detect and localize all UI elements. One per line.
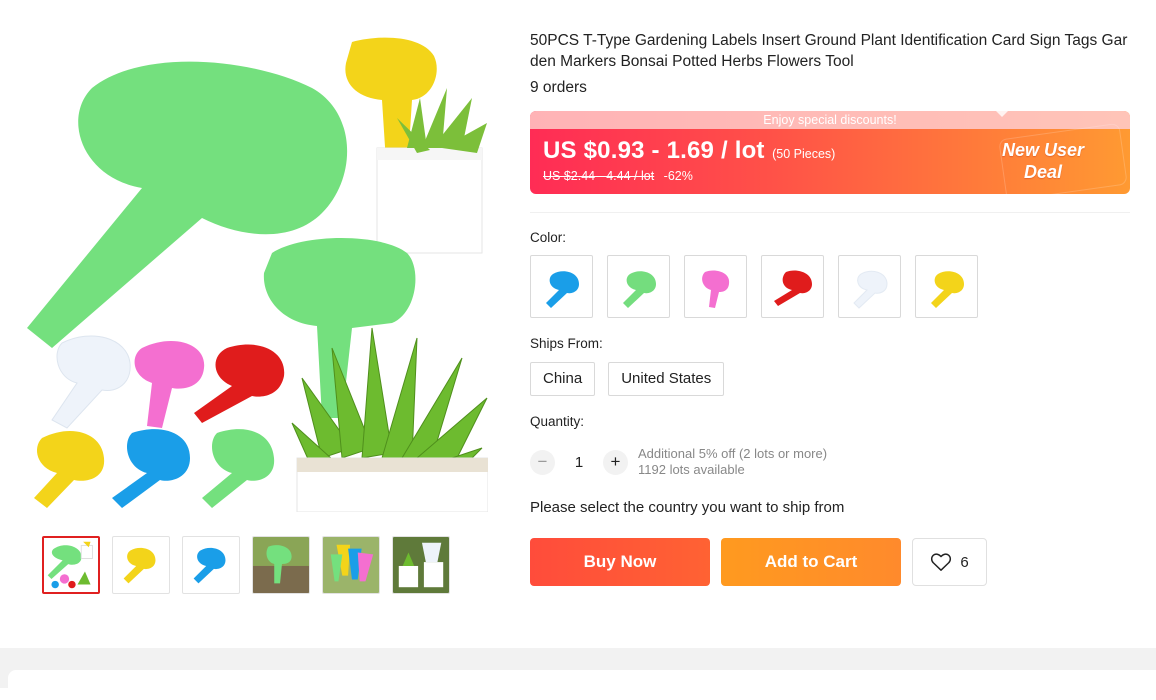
quantity-increase-button[interactable]: +: [603, 449, 628, 475]
ship-country-prompt: Please select the country you want to sh…: [530, 499, 845, 516]
discount-percent: -62%: [663, 169, 693, 183]
ships-from-label: Ships From:: [530, 336, 603, 351]
thumbnail-2[interactable]: [112, 536, 170, 594]
quantity-decrease-button[interactable]: −: [530, 449, 555, 475]
price-banner: Enjoy special discounts! US $0.93 - 1.69…: [530, 111, 1130, 194]
current-price: US $0.93 - 1.69 / lot (50 Pieces): [543, 137, 835, 165]
ship-from-united-states[interactable]: United States: [608, 362, 725, 396]
deal-line-1: New User: [1001, 140, 1084, 160]
red-tag-icon: [773, 270, 812, 306]
blue-tag-icon: [545, 270, 579, 308]
quantity-value[interactable]: 1: [555, 454, 603, 471]
color-option-white[interactable]: [838, 255, 901, 318]
color-option-blue[interactable]: [530, 255, 593, 318]
quantity-label: Quantity:: [530, 414, 585, 429]
add-to-cart-button[interactable]: Add to Cart: [721, 538, 901, 586]
pieces-per-lot: (50 Pieces): [772, 147, 836, 161]
deal-line-2: Deal: [1023, 162, 1062, 182]
discount-strip-text: Enjoy special discounts!: [763, 113, 897, 127]
color-option-pink[interactable]: [684, 255, 747, 318]
original-price-value: US $2.44 - 4.44 / lot: [543, 169, 655, 183]
quantity-note: Additional 5% off (2 lots or more) 1192 …: [638, 446, 827, 478]
color-option-green[interactable]: [607, 255, 670, 318]
thumbnail-6[interactable]: [392, 536, 450, 594]
wishlist-count: 6: [960, 553, 969, 571]
ship-from-china[interactable]: China: [530, 362, 596, 396]
pink-tag-icon: [701, 270, 729, 308]
main-product-image[interactable]: [22, 28, 488, 512]
next-section-card: [8, 670, 1156, 700]
new-user-deal-badge: New User Deal: [1002, 139, 1084, 183]
buy-now-button[interactable]: Buy Now: [530, 538, 710, 586]
original-price: US $2.44 - 4.44 / lot -62%: [543, 169, 693, 183]
thumbnail-1[interactable]: [42, 536, 100, 594]
thumbnail-5[interactable]: [322, 536, 380, 594]
white-tag-icon: [852, 270, 888, 309]
divider: [530, 212, 1130, 213]
bulk-discount-note: Additional 5% off (2 lots or more): [638, 446, 828, 461]
stock-available: 1192 lots available: [638, 462, 745, 477]
thumbnail-3[interactable]: [182, 536, 240, 594]
green-tag-icon: [622, 270, 656, 308]
discount-strip: Enjoy special discounts!: [530, 111, 1130, 129]
color-label: Color:: [530, 230, 567, 245]
color-swatches: [530, 255, 978, 318]
order-count: 9 orders: [530, 79, 587, 96]
heart-icon: [931, 553, 952, 571]
color-option-red[interactable]: [761, 255, 824, 318]
color-option-yellow[interactable]: [915, 255, 978, 318]
wishlist-button[interactable]: 6: [912, 538, 987, 586]
thumbnail-4[interactable]: [252, 536, 310, 594]
plant-labels-photo: [27, 37, 488, 512]
strip-notch: [996, 111, 1008, 117]
yellow-tag-icon: [930, 270, 964, 308]
current-price-value: US $0.93 - 1.69 / lot: [543, 137, 765, 164]
thumbnail-strip: [42, 536, 450, 594]
product-title: 50PCS T-Type Gardening Labels Insert Gro…: [530, 32, 1128, 70]
quantity-stepper: − 1 + Additional 5% off (2 lots or more)…: [530, 446, 827, 478]
ships-from-options: China United States: [530, 362, 725, 396]
action-buttons: Buy Now Add to Cart 6: [530, 538, 987, 586]
